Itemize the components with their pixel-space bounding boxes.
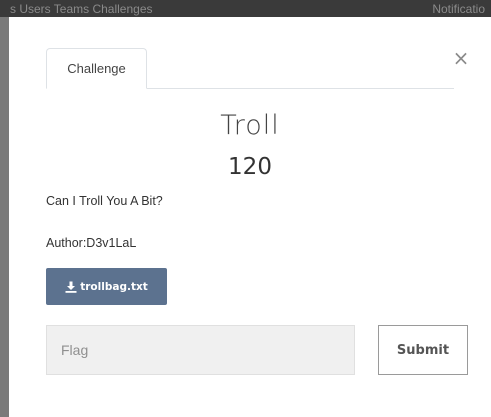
submit-button[interactable]: Submit: [378, 325, 468, 375]
background-nav-notifications: Notificatio: [432, 2, 485, 16]
flag-input[interactable]: [46, 325, 355, 375]
file-download-label: trollbag.txt: [80, 280, 148, 293]
challenge-value: 120: [228, 154, 272, 180]
close-button[interactable]: ×: [452, 46, 470, 70]
challenge-description: Can I Troll You A Bit?: [46, 194, 163, 208]
tab-challenge[interactable]: Challenge: [46, 48, 147, 89]
challenge-author: Author:D3v1LaL: [46, 236, 137, 250]
background-nav-links: s Users Teams Challenges: [10, 2, 153, 16]
file-download-button[interactable]: trollbag.txt: [46, 268, 167, 305]
background-navbar: s Users Teams Challenges Notificatio: [0, 0, 491, 17]
challenge-name: Troll: [220, 110, 280, 141]
modal-backdrop: [0, 17, 9, 417]
download-icon: [65, 281, 77, 293]
